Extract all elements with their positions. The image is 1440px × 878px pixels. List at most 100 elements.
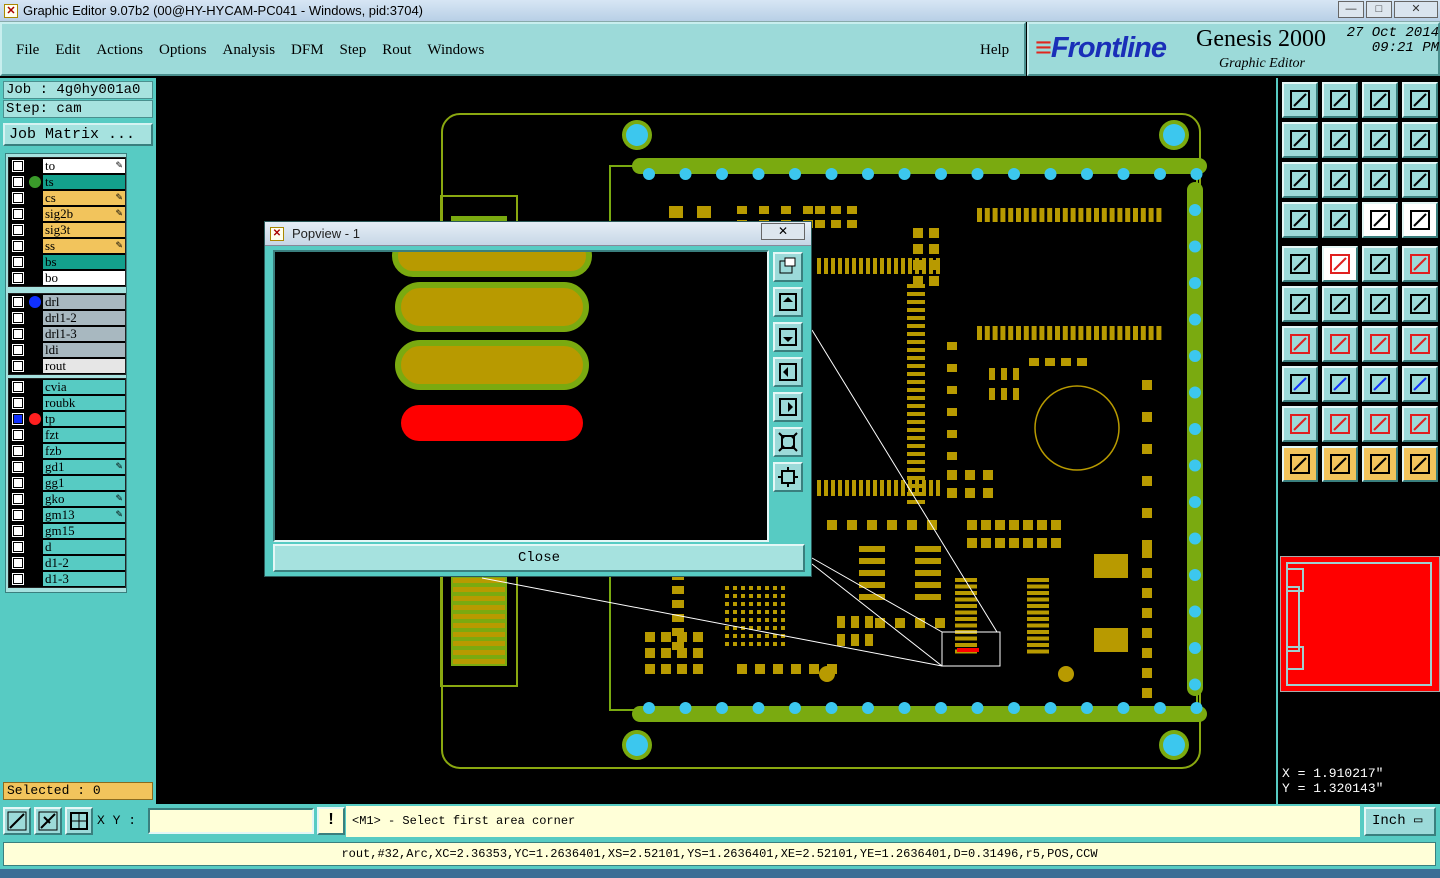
- layer-row-ss[interactable]: ss ✎: [9, 238, 125, 254]
- layer-row-drl[interactable]: drl: [9, 294, 125, 310]
- layer-name[interactable]: cs: [43, 191, 125, 205]
- layer-row-sig3t[interactable]: sig3t: [9, 222, 125, 238]
- menu-dfm[interactable]: DFM: [291, 42, 324, 59]
- minimap[interactable]: [1280, 556, 1440, 692]
- layer-name[interactable]: sig3t: [43, 223, 125, 237]
- menu-analysis[interactable]: Analysis: [223, 42, 276, 59]
- snap-mode-3-icon[interactable]: [65, 807, 93, 835]
- layer-row-gg1[interactable]: gg1: [9, 475, 125, 491]
- layer-name[interactable]: d: [43, 540, 125, 554]
- layer-checkbox[interactable]: [12, 256, 24, 268]
- line-red-icon[interactable]: [1322, 326, 1358, 362]
- layer-name[interactable]: bo: [43, 271, 125, 285]
- layer-row-gm15[interactable]: gm15: [9, 523, 125, 539]
- mirror-icon[interactable]: [1402, 326, 1438, 362]
- maximize-button[interactable]: □: [1366, 1, 1392, 18]
- layer-name[interactable]: rout: [43, 359, 125, 373]
- layer-name[interactable]: gm15: [43, 524, 125, 538]
- close-window-button[interactable]: ✕: [1394, 1, 1438, 18]
- popview-pan-right-icon[interactable]: [773, 392, 803, 422]
- layer-name[interactable]: d1-3: [43, 572, 125, 586]
- layer-row-gm13[interactable]: gm13 ✎: [9, 507, 125, 523]
- layer-affected-dot-icon[interactable]: [29, 296, 41, 308]
- menu-options[interactable]: Options: [159, 42, 207, 59]
- layer-checkbox[interactable]: [12, 381, 24, 393]
- resize-icon[interactable]: [1362, 366, 1398, 402]
- layer-name[interactable]: drl: [43, 295, 125, 309]
- connect-icon[interactable]: [1282, 366, 1318, 402]
- ruler-icon[interactable]: [1362, 246, 1398, 282]
- move-icon[interactable]: [1362, 286, 1398, 322]
- layer-row-to[interactable]: to ✎: [9, 158, 125, 174]
- redraw-icon[interactable]: [1402, 122, 1438, 158]
- layer-row-ldi[interactable]: ldi: [9, 342, 125, 358]
- layer-row-sig2b[interactable]: sig2b ✎: [9, 206, 125, 222]
- line-break-icon[interactable]: [1322, 366, 1358, 402]
- minimize-button[interactable]: —: [1338, 1, 1364, 18]
- layer-checkbox[interactable]: [12, 360, 24, 372]
- select-net-icon[interactable]: [1282, 286, 1318, 322]
- grid-icon[interactable]: [1322, 202, 1358, 238]
- layer-checkbox[interactable]: [12, 413, 24, 425]
- pointer-box-icon[interactable]: [1322, 446, 1358, 482]
- layer-name[interactable]: fzt: [43, 428, 125, 442]
- layer-name[interactable]: sig2b: [43, 207, 125, 221]
- zoom-reset-icon[interactable]: [1362, 122, 1398, 158]
- layer-name[interactable]: gd1: [43, 460, 125, 474]
- pointer-circle-icon[interactable]: [1362, 446, 1398, 482]
- popview-pan-down-icon[interactable]: [773, 322, 803, 352]
- layer-affected-dot-icon[interactable]: [29, 176, 41, 188]
- layer-row-rout[interactable]: rout: [9, 358, 125, 374]
- zoom-window-icon[interactable]: [1402, 82, 1438, 118]
- angle-icon[interactable]: [1282, 326, 1318, 362]
- layer-checkbox[interactable]: [12, 208, 24, 220]
- menu-windows[interactable]: Windows: [427, 42, 484, 59]
- layer-checkbox[interactable]: [12, 160, 24, 172]
- snap-mode-2-icon[interactable]: [34, 807, 62, 835]
- xy-input[interactable]: [148, 808, 314, 834]
- pointer-icon[interactable]: [1282, 446, 1318, 482]
- popview-fit-icon[interactable]: [773, 427, 803, 457]
- layer-row-bs[interactable]: bs: [9, 254, 125, 270]
- layer-name[interactable]: ts: [43, 175, 125, 189]
- measure-2-icon[interactable]: [1322, 406, 1358, 442]
- popview-center-icon[interactable]: [773, 462, 803, 492]
- measure-1-icon[interactable]: [1282, 406, 1318, 442]
- layer-row-gko[interactable]: gko ✎: [9, 491, 125, 507]
- layer-name[interactable]: drl1-2: [43, 311, 125, 325]
- popview-close-button[interactable]: Close: [273, 544, 805, 572]
- layer-checkbox[interactable]: [12, 272, 24, 284]
- layer-checkbox[interactable]: [12, 445, 24, 457]
- menu-edit[interactable]: Edit: [55, 42, 80, 59]
- layer-checkbox[interactable]: [12, 477, 24, 489]
- layer-row-cs[interactable]: cs ✎: [9, 190, 125, 206]
- scale-1-2-icon[interactable]: [1362, 162, 1398, 198]
- layer-row-fzb[interactable]: fzb: [9, 443, 125, 459]
- fit-all-icon[interactable]: [1282, 162, 1318, 198]
- layer-checkbox[interactable]: [12, 397, 24, 409]
- measure-4-icon[interactable]: [1402, 406, 1438, 442]
- layer-colors-alt-icon[interactable]: [1402, 202, 1438, 238]
- layer-name[interactable]: fzb: [43, 444, 125, 458]
- layer-name[interactable]: ss: [43, 239, 125, 253]
- layer-name[interactable]: gg1: [43, 476, 125, 490]
- rotate-icon[interactable]: [1362, 326, 1398, 362]
- layer-name[interactable]: to: [43, 159, 125, 173]
- layer-colors-icon[interactable]: [1362, 202, 1398, 238]
- layer-affected-dot-icon[interactable]: [29, 413, 41, 425]
- popview-pan-up-icon[interactable]: [773, 287, 803, 317]
- layer-row-cvia[interactable]: cvia: [9, 379, 125, 395]
- layer-checkbox[interactable]: [12, 573, 24, 585]
- zoom-home-icon[interactable]: [1282, 82, 1318, 118]
- layer-name[interactable]: gko: [43, 492, 125, 506]
- layer-row-ts[interactable]: ts: [9, 174, 125, 190]
- snap-point-icon[interactable]: [1282, 246, 1318, 282]
- layer-row-drl1-2[interactable]: drl1-2: [9, 310, 125, 326]
- layer-checkbox[interactable]: [12, 344, 24, 356]
- layer-name[interactable]: bs: [43, 255, 125, 269]
- layer-name[interactable]: drl1-3: [43, 327, 125, 341]
- pointer-route-icon[interactable]: [1402, 446, 1438, 482]
- layer-row-drl1-3[interactable]: drl1-3: [9, 326, 125, 342]
- layer-checkbox[interactable]: [12, 557, 24, 569]
- popview-close-x-button[interactable]: ✕: [761, 223, 805, 240]
